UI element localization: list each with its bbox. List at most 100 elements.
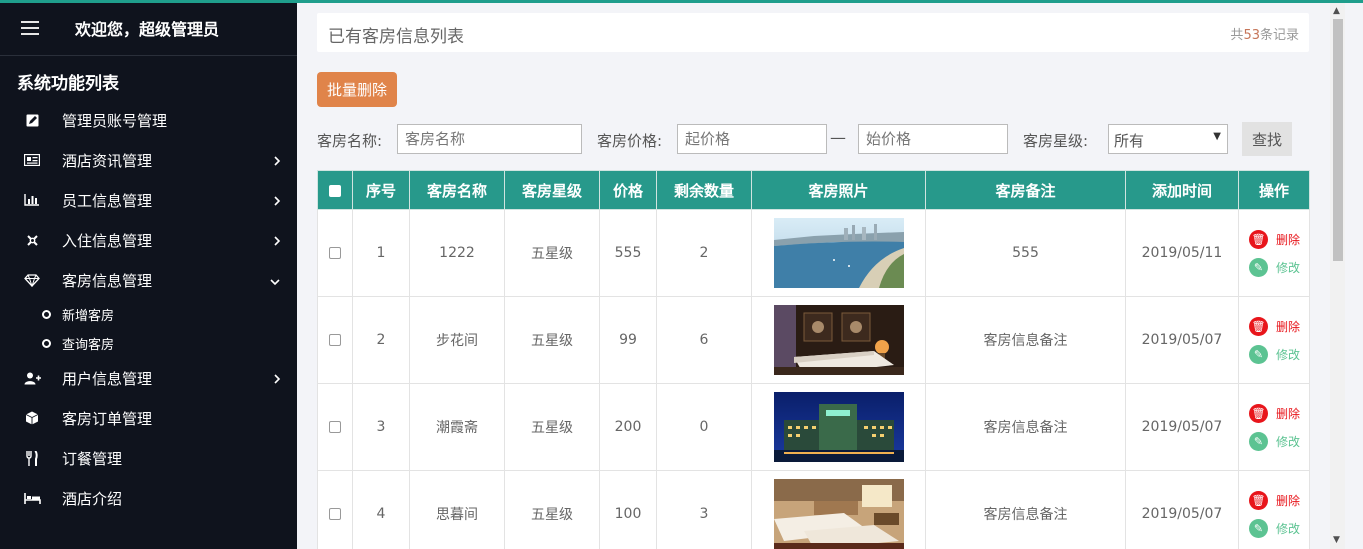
dropdown-arrow-icon: ▼ (1213, 131, 1221, 142)
sidebar: 欢迎您，超级管理员 系统功能列表 管理员账号管理 酒店资讯管理 员工信息管理 入… (0, 0, 297, 549)
edit-button[interactable]: ✎ 修改 (1239, 518, 1309, 538)
column-header: 客房照片 (751, 170, 926, 210)
delete-button[interactable]: 🗑 删除 (1239, 490, 1309, 510)
sidebar-title: 系统功能列表 (17, 74, 119, 94)
delete-button[interactable]: 🗑 删除 (1239, 403, 1309, 423)
room-remaining: 3 (656, 470, 752, 549)
user-add-icon (23, 372, 41, 385)
price-from-input[interactable] (677, 124, 827, 154)
room-name-input[interactable] (397, 124, 582, 154)
link-icon (23, 234, 41, 247)
select-all-checkbox[interactable] (329, 184, 341, 197)
table-header-row: 序号 客房名称 客房星级 价格 剩余数量 客房照片 客房备注 添加时间 操作 (317, 170, 1310, 210)
table-row: 1 1222 五星级 555 2 555 2019/05/11 🗑 删除 ✎ 修… (317, 209, 1310, 297)
chevron-right-icon (273, 153, 281, 171)
sidebar-item-label: 酒店资讯管理 (62, 151, 153, 170)
room-note: 客房信息备注 (925, 383, 1126, 471)
column-header: 操作 (1238, 170, 1310, 210)
sidebar-item-staff[interactable]: 员工信息管理 (0, 180, 297, 220)
chevron-down-icon (269, 273, 281, 291)
cutlery-icon (23, 450, 41, 466)
row-checkbox[interactable] (329, 508, 341, 520)
actions-cell: 🗑 删除 ✎ 修改 (1238, 470, 1310, 549)
sidebar-subitem-label: 查询客房 (62, 338, 115, 353)
sidebar-item-admin-accounts[interactable]: 管理员账号管理 (0, 100, 297, 140)
search-button[interactable]: 查找 (1242, 122, 1292, 156)
record-count: 共53条记录 (1230, 28, 1299, 43)
diamond-icon (23, 273, 41, 287)
room-remaining: 2 (656, 209, 752, 297)
room-name-label: 客房名称: (317, 132, 383, 150)
vertical-scrollbar[interactable]: ▲ ▼ (1330, 3, 1345, 549)
sidebar-item-users[interactable]: 用户信息管理 (0, 358, 297, 398)
sidebar-item-hotel-intro[interactable]: 酒店介绍 (0, 478, 297, 518)
scroll-up-arrow-icon[interactable]: ▲ (1333, 6, 1340, 16)
panel-header: 已有客房信息列表 共53条记录 (317, 13, 1309, 52)
column-header: 客房星级 (504, 170, 600, 210)
sidebar-item-room-orders[interactable]: 客房订单管理 (0, 398, 297, 438)
column-header: 剩余数量 (656, 170, 752, 210)
row-checkbox[interactable] (329, 247, 341, 259)
table-row: 4 思暮间 五星级 100 3 客房信息备注 2019/05/07 🗑 删除 ✎… (317, 470, 1310, 549)
scroll-down-arrow-icon[interactable]: ▼ (1333, 535, 1340, 545)
row-checkbox[interactable] (329, 334, 341, 346)
room-remaining: 0 (656, 383, 752, 471)
menu-toggle-icon[interactable] (21, 20, 39, 35)
room-remaining: 6 (656, 296, 752, 384)
row-number: 1 (352, 209, 410, 297)
bar-chart-icon (23, 194, 41, 206)
add-date: 2019/05/07 (1125, 296, 1239, 384)
room-note: 客房信息备注 (925, 470, 1126, 549)
scrollbar-thumb[interactable] (1333, 19, 1343, 261)
sidebar-item-label: 员工信息管理 (62, 191, 153, 210)
room-name: 潮霞斋 (409, 383, 505, 471)
hotel-night-exterior-photo (773, 392, 904, 462)
twin-bedroom-photo (773, 479, 904, 549)
table-row: 3 潮霞斋 五星级 200 0 客房信息备注 2019/05/07 🗑 删除 ✎… (317, 383, 1310, 471)
row-checkbox[interactable] (329, 421, 341, 433)
delete-button[interactable]: 🗑 删除 (1239, 229, 1309, 249)
sidebar-subitem-add-room[interactable]: 新增客房 (0, 300, 297, 329)
room-photo-cell (751, 383, 926, 471)
select-all-checkbox-cell[interactable] (317, 170, 353, 210)
edit-icon (23, 114, 41, 127)
room-photo-cell (751, 296, 926, 384)
sidebar-subitem-query-room[interactable]: 查询客房 (0, 329, 297, 358)
trash-icon: 🗑 (1249, 490, 1268, 510)
price-to-input[interactable] (858, 124, 1008, 154)
trash-icon: 🗑 (1249, 229, 1268, 249)
edit-button[interactable]: ✎ 修改 (1239, 431, 1309, 451)
sidebar-header: 欢迎您，超级管理员 (0, 0, 297, 56)
record-count-number: 53 (1243, 28, 1260, 43)
edit-button[interactable]: ✎ 修改 (1239, 344, 1309, 364)
trash-icon: 🗑 (1249, 403, 1268, 423)
actions-cell: 🗑 删除 ✎ 修改 (1238, 383, 1310, 471)
batch-delete-button[interactable]: 批量删除 (317, 72, 397, 107)
room-star: 五星级 (504, 209, 600, 297)
welcome-text: 欢迎您，超级管理员 (75, 19, 220, 39)
chevron-right-icon (273, 233, 281, 251)
add-date: 2019/05/07 (1125, 383, 1239, 471)
coastal-bay-photo (773, 218, 904, 288)
sidebar-item-hotel-news[interactable]: 酒店资讯管理 (0, 140, 297, 180)
room-photo-cell (751, 470, 926, 549)
edit-button[interactable]: ✎ 修改 (1239, 257, 1309, 277)
actions-cell: 🗑 删除 ✎ 修改 (1238, 296, 1310, 384)
sidebar-item-room-info[interactable]: 客房信息管理 (0, 260, 297, 300)
room-price: 555 (599, 209, 657, 297)
room-price: 99 (599, 296, 657, 384)
delete-button[interactable]: 🗑 删除 (1239, 316, 1309, 336)
room-note: 555 (925, 209, 1126, 297)
sidebar-item-label: 订餐管理 (62, 449, 123, 468)
column-header: 客房名称 (409, 170, 505, 210)
sidebar-item-checkin[interactable]: 入住信息管理 (0, 220, 297, 260)
chevron-right-icon (273, 193, 281, 211)
room-price: 100 (599, 470, 657, 549)
room-star-select[interactable]: 所有 ▼ (1108, 124, 1228, 154)
sidebar-item-label: 管理员账号管理 (62, 111, 168, 130)
sidebar-item-dining[interactable]: 订餐管理 (0, 438, 297, 478)
column-header: 价格 (599, 170, 657, 210)
pencil-icon: ✎ (1249, 518, 1268, 538)
column-header: 客房备注 (925, 170, 1126, 210)
column-header: 添加时间 (1125, 170, 1239, 210)
